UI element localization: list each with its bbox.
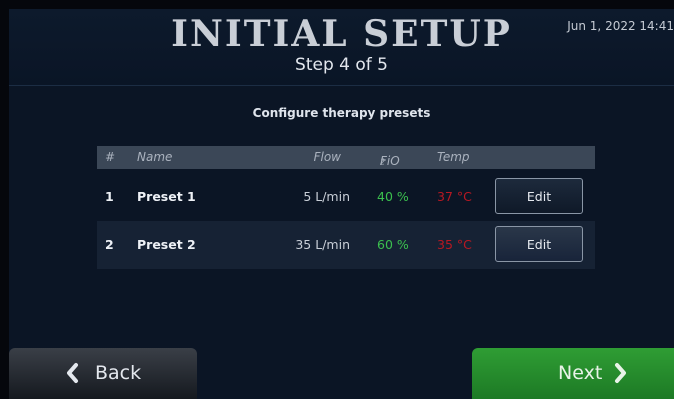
column-header-temp: Temp [437,150,470,164]
edit-preset-2-button[interactable]: Edit [495,226,583,262]
step-indicator: Step 4 of 5 [295,55,388,75]
back-button[interactable]: Back [9,348,197,399]
preset-name: Preset 1 [137,189,196,204]
date-time: Jun 1, 2022 14:41 [567,19,674,33]
chevron-left-icon [65,362,79,388]
header: INITIAL SETUP Step 4 of 5 Jun 1, 2022 14… [9,9,674,86]
screen: INITIAL SETUP Step 4 of 5 Jun 1, 2022 14… [9,9,674,399]
next-label: Next [558,362,603,384]
table-row: 1 Preset 1 5 L/min 40 % 37 °C Edit [97,173,595,221]
next-button[interactable]: Next [472,348,674,399]
preset-fio2: 60 % [377,237,409,252]
preset-number: 1 [105,189,114,204]
presets-table: # Name Flow FiO 2 Temp 1 Preset 1 5 L/min… [97,146,595,269]
table-row: 2 Preset 2 35 L/min 60 % 35 °C Edit [97,221,595,269]
table-header: # Name Flow FiO 2 Temp [97,146,595,169]
back-label: Back [95,362,142,384]
preset-temp: 37 °C [437,189,472,204]
preset-flow: 35 L/min [295,237,350,252]
fio2-label: FiO [380,154,400,168]
chevron-right-icon [614,362,628,388]
preset-flow: 5 L/min [303,189,350,204]
preset-fio2: 40 % [377,189,409,204]
column-header-number: # [105,150,116,164]
column-header-name: Name [137,150,173,164]
edit-preset-1-button[interactable]: Edit [495,178,583,214]
column-header-flow: Flow [313,150,341,164]
preset-number: 2 [105,237,114,252]
section-subtitle: Configure therapy presets [252,106,431,120]
preset-temp: 35 °C [437,237,472,252]
column-header-fio2: FiO 2 [380,150,400,168]
preset-name: Preset 2 [137,237,196,252]
